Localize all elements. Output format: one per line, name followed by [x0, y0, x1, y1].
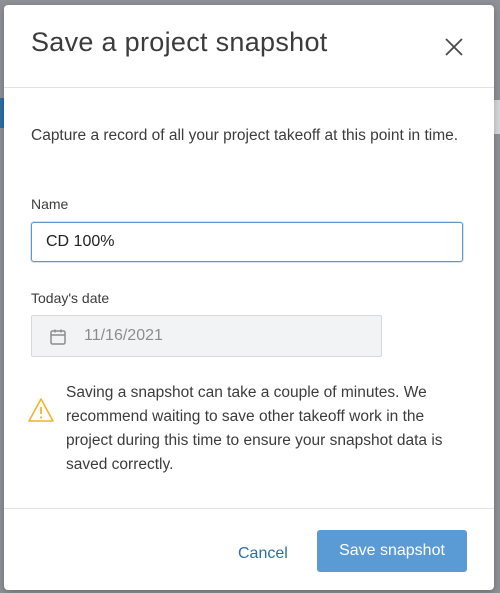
save-snapshot-button[interactable]: Save snapshot	[317, 530, 467, 572]
close-icon	[445, 38, 463, 56]
warning-icon	[28, 398, 54, 422]
cancel-button[interactable]: Cancel	[224, 543, 302, 565]
name-label: Name	[31, 196, 69, 212]
dialog-header: Save a project snapshot	[4, 5, 494, 88]
close-button[interactable]	[440, 33, 468, 61]
calendar-icon	[50, 329, 66, 345]
date-field: 11/16/2021	[31, 315, 382, 357]
dialog-title: Save a project snapshot	[31, 27, 328, 57]
date-value: 11/16/2021	[84, 327, 163, 344]
name-input[interactable]	[31, 222, 463, 262]
date-label: Today's date	[31, 290, 110, 306]
dialog-footer: Cancel Save snapshot	[4, 508, 494, 591]
save-snapshot-dialog: Save a project snapshot Capture a record…	[4, 5, 494, 590]
dialog-description: Capture a record of all your project tak…	[31, 127, 459, 144]
warning-message: Saving a snapshot can take a couple of m…	[66, 384, 443, 473]
